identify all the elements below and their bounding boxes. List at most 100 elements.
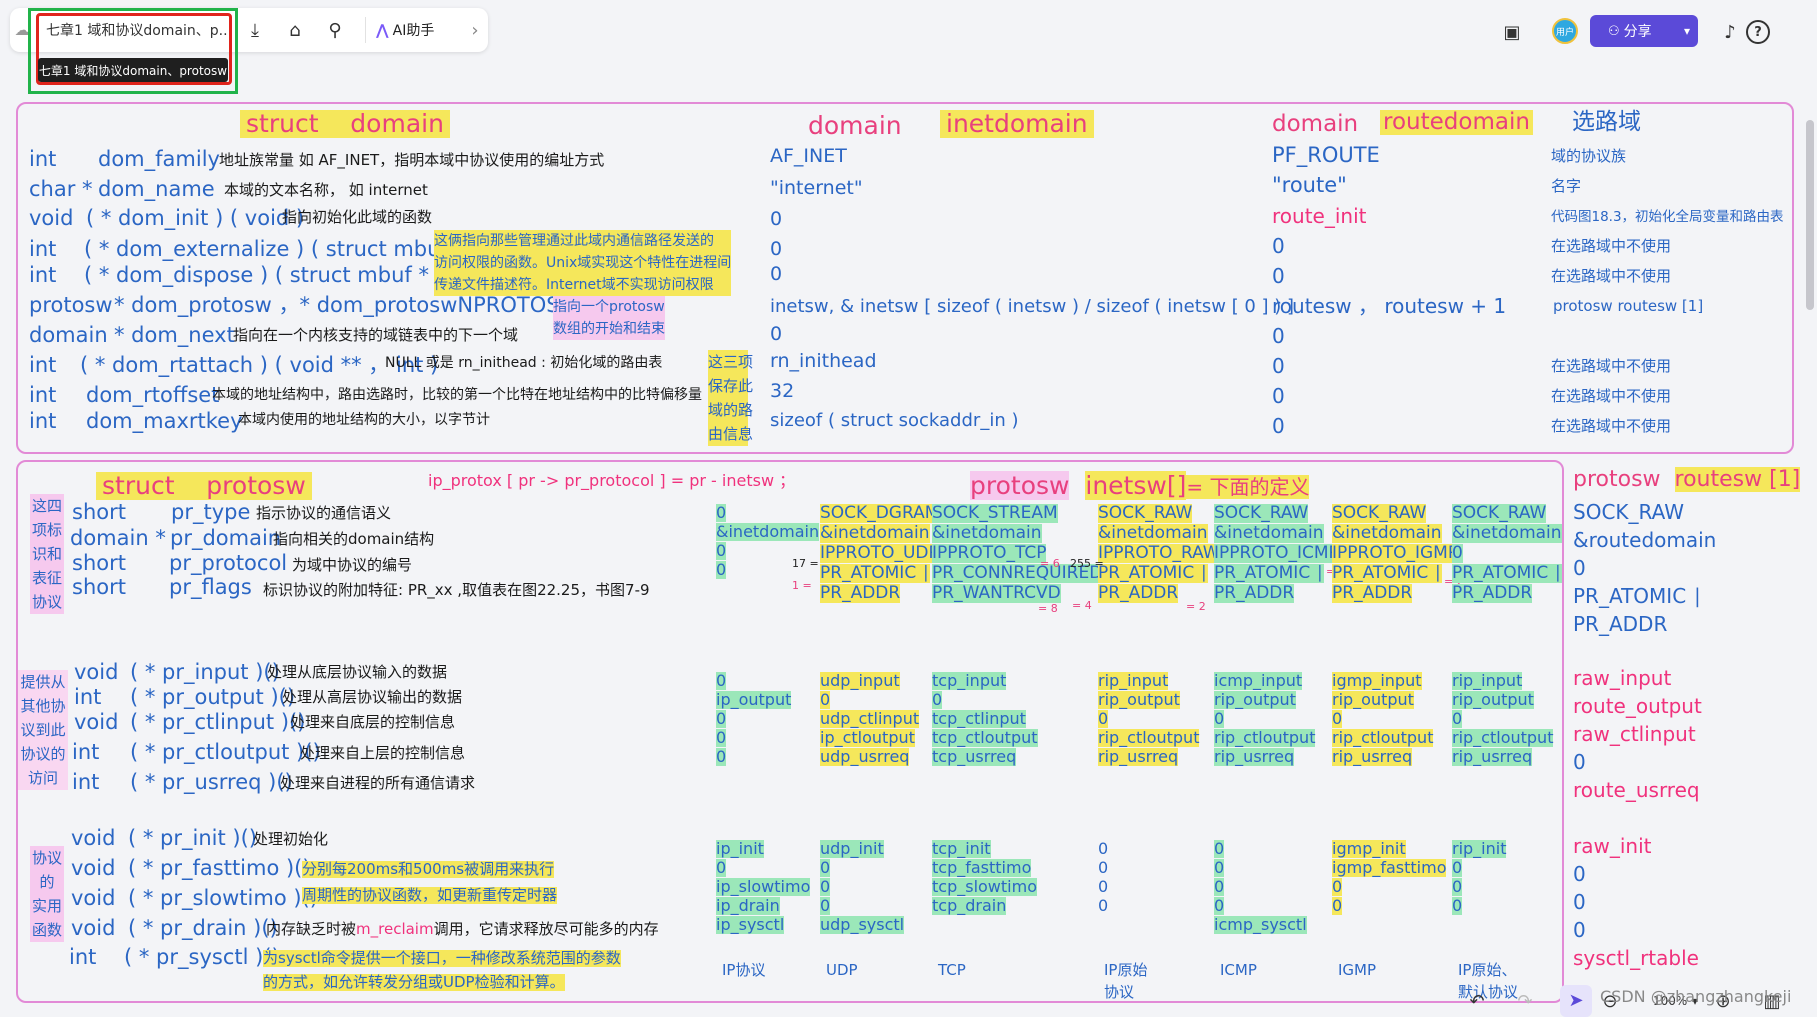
inetsw-col4-a-1: &inetdomain xyxy=(1214,523,1324,544)
g1-1-type: domain * xyxy=(70,526,166,550)
inetsw-col1-c-1: 0 xyxy=(820,857,831,877)
ai-assistant-button[interactable]: ⋀ AI助手 xyxy=(376,14,456,46)
inetsw-col3-c-1: 0 xyxy=(1098,857,1109,877)
inetsw-col2-b-2: tcp_ctlinput xyxy=(932,708,1026,728)
inetsw-col1-c-0: udp_init xyxy=(820,839,884,858)
sa3: 表征 xyxy=(31,569,62,587)
tooltip-text: 七章1 域和协议domain、protosw xyxy=(38,63,228,78)
route-note-0: 域的协议族 xyxy=(1551,147,1627,165)
g2-3-field: ( * pr_ctloutput )() xyxy=(130,740,321,764)
routesw-c: raw_init 0 0 0 sysctl_rtable xyxy=(1573,832,1699,972)
inetsw-col6-c: rip_init 0 0 0 xyxy=(1452,840,1507,917)
inetsw-col0-b-3: 0 xyxy=(716,727,727,747)
user-plus-icon: ⚇ xyxy=(1608,23,1620,39)
inetsw-col5-c: igmp_init igmp_fasttimo 0 0 xyxy=(1332,840,1447,917)
inetsw-col3-a-1: &inetdomain xyxy=(1098,523,1208,544)
title-protosw: protosw xyxy=(206,471,306,500)
inet-val-0: AF_INET xyxy=(770,145,847,167)
title-domain: domain xyxy=(350,109,444,138)
inetsw-col6-a-0: SOCK_RAW xyxy=(1452,503,1547,524)
g3-1-type: void xyxy=(71,856,116,880)
inetsw-col6-b: rip_input rip_output 0 rip_ctloutput rip_usr… xyxy=(1452,672,1554,767)
routing-info-note: 这三项 保存此 域的路 由信息 xyxy=(708,350,753,446)
redo-icon[interactable]: ↷ xyxy=(1513,989,1537,1013)
row6-type: domain xyxy=(29,323,108,347)
inetsw-col0-c-3: ip_drain xyxy=(716,895,780,915)
identify-note: 这四 项标 识和 表征 协议 xyxy=(30,494,64,614)
inetsw-col1-b-1: 0 xyxy=(820,689,831,709)
route-header-routedomain: routedomain xyxy=(1380,109,1533,136)
briefcase-icon[interactable]: ▣ xyxy=(1500,20,1524,44)
g2-2-comment: 处理来自底层的控制信息 xyxy=(290,713,456,731)
g1-0-type: short xyxy=(72,500,126,524)
bell-icon[interactable]: ♪ xyxy=(1718,20,1742,44)
section1-title: struct domain xyxy=(240,110,450,138)
inet-val-4: 0 xyxy=(770,263,783,285)
tag-icon[interactable]: ⌂ xyxy=(284,19,306,41)
sb2: 议到此 xyxy=(20,721,66,739)
inetsw-col2-c-1: tcp_fasttimo xyxy=(932,857,1032,877)
sc1: 的 xyxy=(39,873,55,891)
g3-4-type: int xyxy=(69,945,97,969)
rsb0: raw_input xyxy=(1573,666,1672,690)
row4-type: int xyxy=(29,263,57,287)
vertical-scrollbar[interactable] xyxy=(1806,120,1814,310)
inetsw-col3-b-0: rip_input xyxy=(1098,671,1169,690)
select-tool-button[interactable]: ➤ xyxy=(1560,985,1592,1017)
inetsw-col1-n1: 17 = xyxy=(792,557,819,570)
inetsw-col2-a-0: SOCK_STREAM xyxy=(932,503,1058,524)
search-icon[interactable]: ⚲ xyxy=(324,19,346,41)
inetsw-col4-b: icmp_input rip_output 0 rip_ctloutput rip_us… xyxy=(1214,671,1316,767)
inetsw-header-protosw: protosw xyxy=(970,471,1070,500)
rsa1: &routedomain xyxy=(1573,528,1717,552)
inetsw-col5-a-0: SOCK_RAW xyxy=(1332,503,1427,524)
g3-0-type: void xyxy=(71,826,116,850)
inet-header-inetdomain: inetdomain xyxy=(940,110,1094,138)
g3-3-field: ( * pr_drain )() xyxy=(128,916,278,940)
inetsw-col1-a-3: PR_ATOMIC ∣ xyxy=(820,563,931,584)
chevron-right-icon[interactable]: › xyxy=(465,19,485,41)
inetsw-col6-a-1: &inetdomain xyxy=(1452,523,1562,544)
inet-val-3: 0 xyxy=(770,238,783,260)
inetsw-col0-c: ip_init 0 ip_slowtimo ip_drain ip_sysctl xyxy=(716,840,811,935)
inetsw-col2-c-0: tcp_init xyxy=(932,839,991,858)
protosw-note-line2: 数组的开始和结束 xyxy=(553,321,665,337)
g3-0-field: ( * pr_init )() xyxy=(128,826,257,850)
inetsw-col4-c-1: 0 xyxy=(1214,857,1225,877)
row5-field: * dom_protosw ，* dom_protoswNPROTOSW xyxy=(114,293,581,317)
whiteboard-canvas[interactable]: ☁ 七章1 域和协议domain、p... ⤓ ⌂ ⚲ ⋀ AI助手 › 七章1… xyxy=(0,0,1817,1017)
avatar[interactable]: 用户 xyxy=(1552,18,1578,44)
route-note-2: 代码图18.3，初始化全局变量和路由表 xyxy=(1551,209,1784,225)
inetsw-col4-label: ICMP xyxy=(1220,961,1257,979)
sc3: 函数 xyxy=(31,921,62,939)
inetsw-col1-b-3: ip_ctloutput xyxy=(820,727,915,747)
g3-2-type: void xyxy=(71,886,116,910)
inetsw-col4-a-3: PR_ATOMIC ∣ xyxy=(1214,563,1325,584)
download-icon[interactable]: ⤓ xyxy=(244,19,266,41)
inetsw-col0-a-1: &inetdomain xyxy=(716,521,820,541)
inetsw-col2-n3: = 4 xyxy=(1072,599,1092,612)
inetsw-col4-b-0: icmp_input xyxy=(1214,671,1303,690)
row0-comment: 地址族常量 如 AF_INET，指明本域中协议使用的编址方式 xyxy=(219,151,605,169)
inetsw-col3-c: 0000 xyxy=(1098,840,1108,917)
drain-m-reclaim: m_reclaim xyxy=(356,920,434,938)
help-icon[interactable]: ? xyxy=(1746,20,1770,44)
inetsw-col6-c-1: 0 xyxy=(1452,857,1463,877)
inetsw-col2-b-1: 0 xyxy=(932,689,943,709)
inetsw-col1-n2: 1 = xyxy=(792,579,812,592)
inetsw-col4-c-4: icmp_sysctl xyxy=(1214,914,1307,934)
g2-4-field: ( * pr_usrreq )() xyxy=(130,770,293,794)
row1-type: char * xyxy=(29,177,93,201)
sa2: 识和 xyxy=(31,545,62,563)
chevron-down-icon[interactable]: ▾ xyxy=(1684,24,1690,38)
inetsw-col3-c-0: 0 xyxy=(1098,839,1109,858)
undo-icon[interactable]: ↶ xyxy=(1465,989,1489,1013)
route-header-title: 选路域 xyxy=(1572,109,1641,135)
inetsw-col4-a-2: IPPROTO_ICMP xyxy=(1214,543,1339,564)
inetsw-col4-b-4: rip_usrreq xyxy=(1214,746,1295,766)
inetsw-col0-b-2: 0 xyxy=(716,708,727,728)
inetsw-col2-n1: = 6 xyxy=(1040,557,1060,570)
ai-assistant-label: AI助手 xyxy=(392,23,435,39)
row8-type: int xyxy=(29,383,57,407)
share-button[interactable]: ⚇ 分享 ▾ xyxy=(1590,15,1698,47)
